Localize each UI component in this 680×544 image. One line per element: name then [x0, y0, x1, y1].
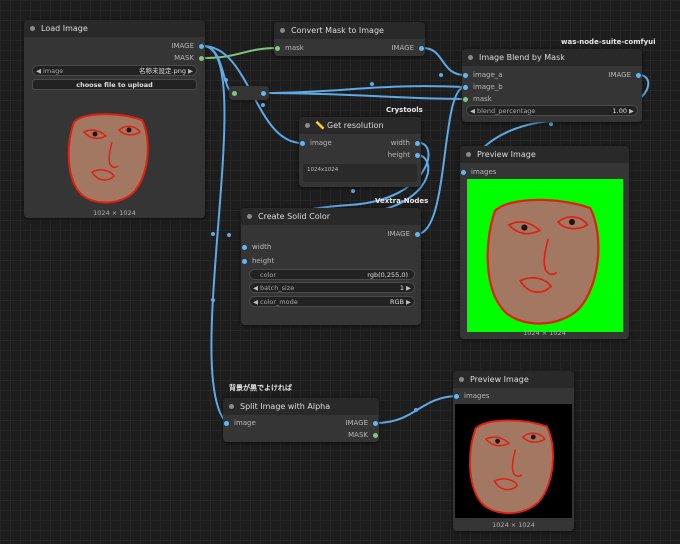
node-load-image[interactable]: Load Image IMAGE MASK ◀ image 名称未設定.png …: [24, 20, 205, 218]
node-preview-image-1[interactable]: Preview Image images 1024 × 1024: [460, 146, 629, 339]
arrow-right-icon[interactable]: ▶: [629, 106, 634, 115]
collapse-dot-icon[interactable]: [466, 152, 471, 157]
input-mask[interactable]: mask: [274, 43, 304, 53]
image-size-label: 1024 × 1024: [492, 521, 535, 529]
node-title[interactable]: Convert Mask to Image: [274, 22, 425, 39]
input-width-dot-icon[interactable]: [242, 244, 247, 250]
image-combo-widget[interactable]: ◀ image 名称未設定.png ▶: [32, 65, 197, 76]
node-preview-image-2[interactable]: Preview Image images 1024 × 1024: [453, 371, 574, 531]
group-note-label: 背景が黒でよければ: [229, 384, 292, 392]
node-title[interactable]: Preview Image: [460, 146, 629, 163]
collapse-dot-icon[interactable]: [305, 123, 310, 128]
input-images-dot-icon[interactable]: [461, 169, 466, 175]
output-mask[interactable]: MASK: [308, 430, 379, 440]
reroute-node[interactable]: [229, 86, 269, 100]
output-image-dot-icon[interactable]: [373, 420, 378, 426]
input-images-dot-icon[interactable]: [454, 393, 459, 399]
output-width-dot-icon[interactable]: [415, 140, 420, 146]
collapse-dot-icon[interactable]: [459, 377, 464, 382]
color-widget[interactable]: color rgb(0,255,0): [249, 269, 415, 280]
collapse-dot-icon[interactable]: [30, 26, 35, 31]
arrow-right-icon[interactable]: ▶: [406, 283, 411, 292]
output-image[interactable]: IMAGE: [354, 43, 425, 53]
output-image[interactable]: IMAGE: [308, 418, 379, 428]
ruler-icon: 📏: [315, 121, 325, 130]
input-image-b[interactable]: image_b: [462, 82, 503, 92]
output-mask[interactable]: MASK: [114, 53, 205, 63]
load-image-preview: [67, 113, 149, 204]
node-title[interactable]: Split Image with Alpha: [223, 398, 379, 415]
output-image[interactable]: IMAGE: [350, 229, 421, 239]
input-images[interactable]: images: [453, 391, 489, 401]
output-image-dot-icon[interactable]: [199, 43, 204, 49]
output-image[interactable]: IMAGE: [114, 41, 205, 51]
node-title[interactable]: Create Solid Color: [241, 208, 421, 225]
output-image-dot-icon[interactable]: [419, 45, 424, 51]
arrow-left-icon[interactable]: ◀: [253, 297, 258, 306]
input-image-dot-icon[interactable]: [224, 420, 229, 426]
output-height-dot-icon[interactable]: [415, 152, 420, 158]
batch-size-widget[interactable]: ◀ batch_size 1 ▶: [249, 282, 415, 293]
output-mask-dot-icon[interactable]: [373, 432, 378, 438]
input-height[interactable]: height: [241, 256, 274, 266]
arrow-left-icon[interactable]: ◀: [470, 106, 475, 115]
output-image-dot-icon[interactable]: [415, 231, 420, 237]
input-mask[interactable]: mask: [462, 94, 492, 104]
color-mode-widget[interactable]: ◀ color_mode RGB ▶: [249, 296, 415, 307]
input-images[interactable]: images: [460, 167, 496, 177]
input-image-dot-icon[interactable]: [300, 140, 305, 146]
image-size-label: 1024 × 1024: [523, 329, 566, 337]
input-image-a[interactable]: image_a: [462, 70, 503, 80]
blend-percentage-widget[interactable]: ◀ blend_percentage 1.00 ▶: [466, 105, 638, 116]
reroute-out-dot-icon[interactable]: [261, 90, 266, 96]
collapse-dot-icon[interactable]: [280, 28, 285, 33]
node-title[interactable]: Preview Image: [453, 371, 574, 388]
input-width[interactable]: width: [241, 242, 271, 252]
input-image-a-dot-icon[interactable]: [463, 72, 468, 78]
input-height-dot-icon[interactable]: [242, 258, 247, 264]
output-height[interactable]: height: [360, 150, 421, 160]
arrow-left-icon[interactable]: ◀: [253, 283, 258, 292]
node-get-resolution[interactable]: 📏 Get resolution image width height 1024…: [299, 117, 421, 187]
input-mask-dot-icon[interactable]: [275, 45, 280, 51]
arrow-right-icon[interactable]: ▶: [406, 297, 411, 306]
crystools-badge: Crystools: [386, 106, 423, 114]
output-image[interactable]: IMAGE: [581, 70, 642, 80]
node-title[interactable]: Load Image: [24, 20, 205, 37]
arrow-left-icon[interactable]: ◀: [36, 66, 41, 75]
resolution-textbox[interactable]: 1024x1024: [303, 164, 417, 182]
preview-image-2-output: [455, 404, 572, 518]
node-create-solid-color[interactable]: Create Solid Color IMAGE width height co…: [241, 208, 421, 325]
node-convert-mask-to-image[interactable]: Convert Mask to Image mask IMAGE: [274, 22, 425, 56]
collapse-dot-icon[interactable]: [247, 214, 252, 219]
preview-image-1-output: [467, 179, 623, 332]
collapse-dot-icon[interactable]: [468, 55, 473, 60]
input-image[interactable]: image: [299, 138, 332, 148]
image-size-label: 1024 × 1024: [93, 209, 136, 217]
choose-file-button[interactable]: choose file to upload: [32, 79, 197, 90]
reroute-in-dot-icon[interactable]: [232, 90, 237, 96]
was-node-suite-badge: was-node-suite-comfyui: [561, 38, 656, 46]
collapse-dot-icon[interactable]: [229, 404, 234, 409]
arrow-right-icon[interactable]: ▶: [188, 66, 193, 75]
node-title[interactable]: Image Blend by Mask: [462, 49, 642, 66]
node-title[interactable]: 📏 Get resolution: [299, 117, 421, 134]
input-image-b-dot-icon[interactable]: [463, 84, 468, 90]
node-split-image-with-alpha[interactable]: Split Image with Alpha image IMAGE MASK: [223, 398, 379, 442]
input-image[interactable]: image: [223, 418, 256, 428]
input-mask-dot-icon[interactable]: [463, 96, 468, 102]
vextra-nodes-badge: Vextra-Nodes: [375, 197, 429, 205]
node-image-blend-by-mask[interactable]: Image Blend by Mask image_a image_b mask…: [462, 49, 642, 122]
output-image-dot-icon[interactable]: [636, 72, 641, 78]
output-mask-dot-icon[interactable]: [199, 55, 204, 61]
output-width[interactable]: width: [360, 138, 421, 148]
